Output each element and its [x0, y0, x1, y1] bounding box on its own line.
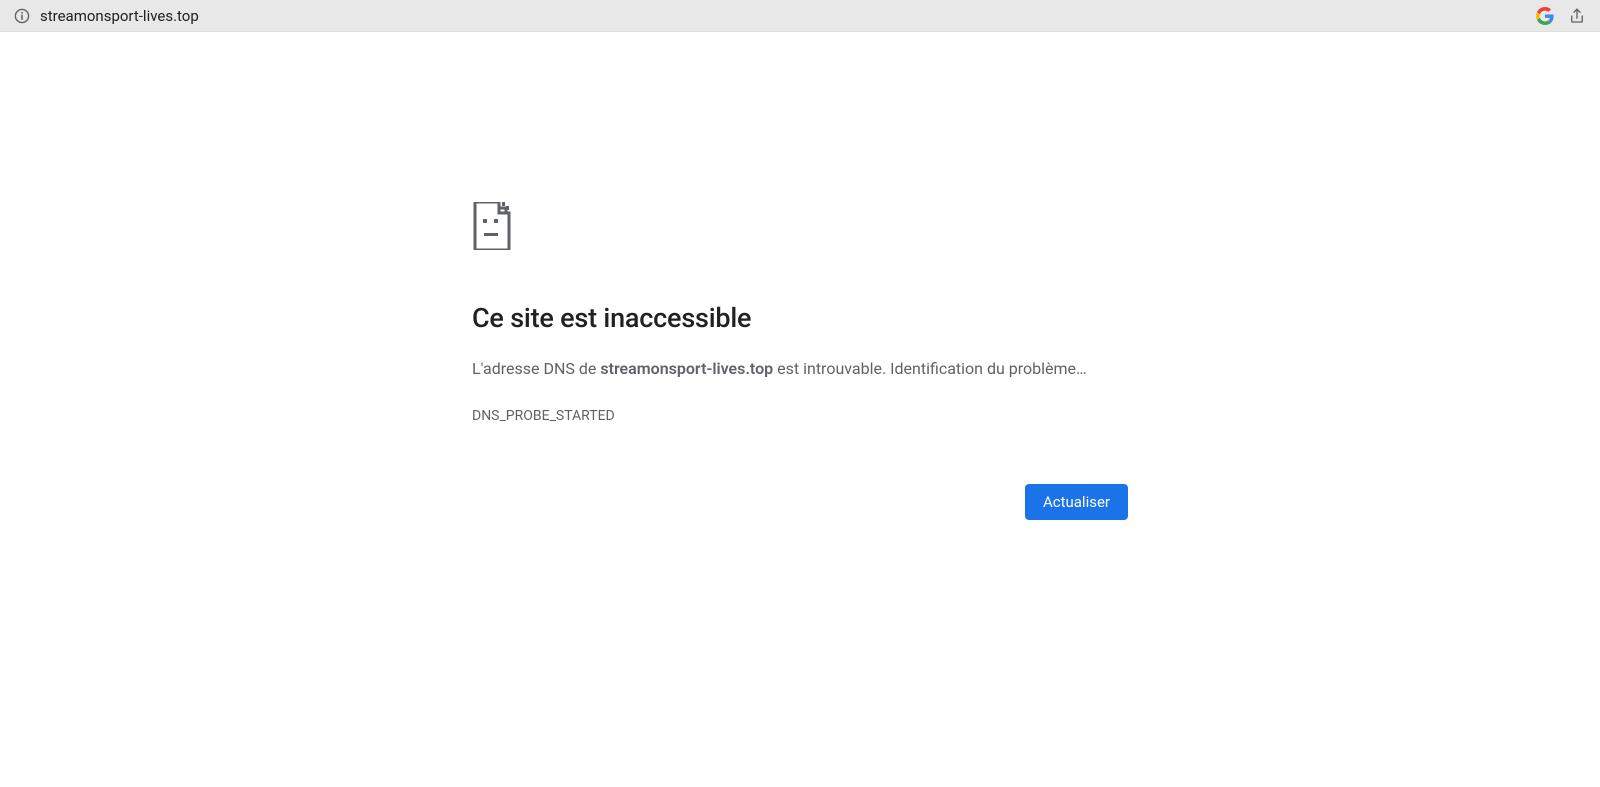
error-container: Ce site est inaccessible L'adresse DNS d… [472, 202, 1128, 787]
site-info-icon[interactable] [14, 8, 30, 24]
reload-button[interactable]: Actualiser [1025, 484, 1128, 520]
button-row: Actualiser [472, 484, 1128, 520]
error-heading: Ce site est inaccessible [472, 302, 1128, 334]
error-desc-domain: streamonsport-lives.top [600, 359, 773, 378]
sad-page-icon [472, 202, 512, 250]
omnibox[interactable]: streamonsport-lives.top [8, 2, 1526, 30]
error-code: DNS_PROBE_STARTED [472, 408, 1128, 424]
google-icon[interactable] [1536, 7, 1554, 25]
share-icon[interactable] [1568, 7, 1586, 25]
toolbar-right [1526, 7, 1592, 25]
omnibox-bar: streamonsport-lives.top [0, 0, 1600, 32]
error-description: L'adresse DNS de streamonsport-lives.top… [472, 356, 1128, 382]
error-page-content: Ce site est inaccessible L'adresse DNS d… [0, 32, 1600, 787]
url-text: streamonsport-lives.top [40, 7, 199, 25]
error-desc-suffix: est introuvable. Identification du probl… [773, 359, 1087, 378]
error-desc-prefix: L'adresse DNS de [472, 359, 600, 378]
